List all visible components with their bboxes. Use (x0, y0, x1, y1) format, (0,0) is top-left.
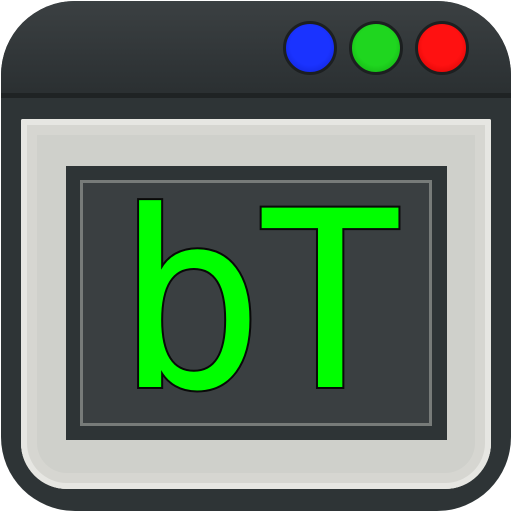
red-window-button-icon[interactable] (415, 21, 469, 75)
title-divider (1, 93, 511, 98)
terminal-logo-text: bT (114, 160, 406, 446)
app-icon: bT (0, 0, 512, 512)
blue-window-button-icon[interactable] (283, 21, 337, 75)
green-window-button-icon[interactable] (349, 21, 403, 75)
